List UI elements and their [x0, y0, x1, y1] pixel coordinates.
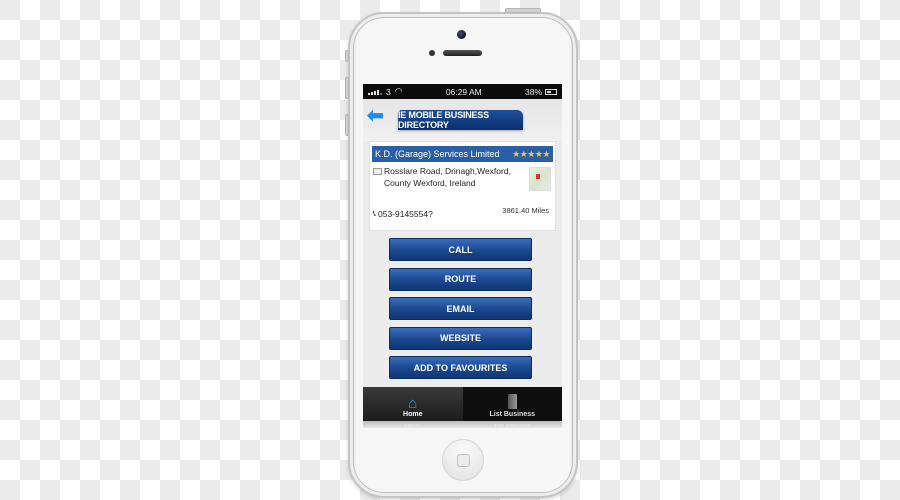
signal-icon [368, 88, 382, 95]
earpiece-speaker [443, 50, 482, 56]
tab-list-business[interactable]: List Business [463, 387, 563, 421]
home-icon: ⌂ [408, 395, 418, 412]
business-name: K.D. (Garage) Services Limited [375, 149, 500, 159]
app-header: ⬅ IE MOBILE BUSINESS DIRECTORY [363, 99, 562, 141]
address-icon [373, 168, 382, 175]
tab-bar: ⌂ Home List Business [363, 387, 562, 421]
address-line-1: Rosslare Road, Drinagh,Wexford, [384, 166, 511, 176]
mute-switch [345, 50, 349, 62]
address-line-2: County Wexford, Ireland [384, 177, 476, 188]
tab-home[interactable]: ⌂ Home [363, 387, 463, 421]
business-phone[interactable]: 📞︎ 053-9145554? [373, 208, 433, 219]
business-address: Rosslare Road, Drinagh,Wexford, County W… [384, 166, 524, 189]
add-to-favourites-button[interactable]: ADD TO FAVOURITES [389, 356, 532, 379]
route-button[interactable]: ROUTE [389, 267, 532, 291]
status-time: 06:29 AM [445, 86, 482, 97]
book-icon [507, 394, 517, 409]
action-buttons: CALL ROUTE EMAIL WEBSITE ADD TO FAVOURIT… [389, 238, 532, 386]
home-button-square-icon [457, 454, 470, 467]
proximity-sensor [429, 50, 435, 56]
business-card: K.D. (Garage) Services Limited ★★★★★ Ros… [369, 141, 556, 231]
rating-stars-icon: ★★★★★ [512, 148, 550, 159]
wifi-icon: ◠ [394, 86, 403, 96]
phone-icon: 📞︎ [373, 208, 376, 218]
reflection-home-label: Home [404, 422, 421, 428]
tab-list-business-label: List Business [489, 411, 535, 418]
tab-bar-reflection: Home List Business [363, 421, 562, 428]
website-button[interactable]: WEBSITE [389, 326, 532, 350]
power-button [505, 8, 541, 13]
front-camera [457, 30, 466, 39]
carrier-label: 3 [386, 86, 391, 97]
status-bar: 3 ◠ 06:29 AM 38% [363, 84, 562, 99]
volume-down-button [345, 114, 349, 136]
home-button[interactable] [442, 439, 484, 481]
battery-percent: 38% [524, 86, 542, 97]
email-button[interactable]: EMAIL [389, 297, 532, 320]
reflection-list-label: List Business [494, 422, 530, 428]
app-screen: 3 ◠ 06:29 AM 38% ⬅ IE MOBILE BUSINESS DI… [363, 84, 562, 428]
tab-home-label: Home [403, 411, 423, 418]
map-thumbnail[interactable] [529, 167, 551, 191]
battery-icon [545, 88, 557, 95]
phone-number: 053-9145554? [377, 208, 433, 219]
business-card-header: K.D. (Garage) Services Limited ★★★★★ [372, 146, 553, 162]
call-button[interactable]: CALL [389, 238, 532, 261]
back-arrow-icon[interactable]: ⬅ [367, 106, 389, 126]
volume-up-button [345, 77, 349, 99]
app-title: IE MOBILE BUSINESS DIRECTORY [398, 110, 523, 130]
business-distance: 3861.40 Miles [502, 206, 549, 215]
